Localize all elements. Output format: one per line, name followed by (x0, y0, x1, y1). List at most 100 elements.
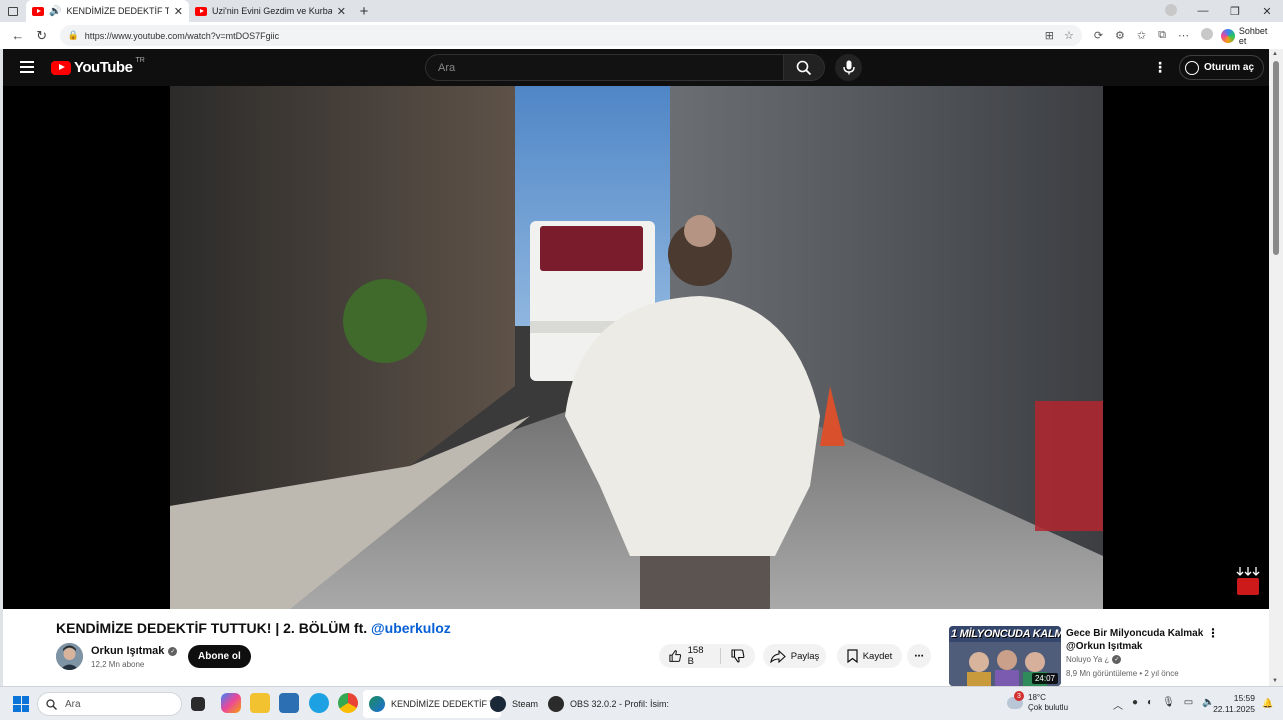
url-field[interactable]: 🔒 https://www.youtube.com/watch?v=mtDOS7… (59, 25, 1082, 46)
title-mention-link[interactable]: @uberkuloz (371, 620, 451, 636)
show-hidden-icons-chevron-icon[interactable]: ︿ (1113, 697, 1123, 712)
taskbar-obs-window[interactable]: OBS 32.0.2 - Profil: İsim: (542, 690, 675, 718)
skype-icon[interactable] (309, 693, 329, 713)
reload-button[interactable]: ↻ (30, 28, 54, 44)
taskbar-edge-window[interactable]: KENDİMİZE DEDEKTİF T (363, 690, 501, 718)
signin-button[interactable]: Oturum aç (1179, 55, 1265, 80)
recommended-title[interactable]: Gece Bir Milyoncuda Kalmak @Orkun Işıtma… (1066, 627, 1206, 653)
close-tab-icon[interactable]: ✕ (337, 5, 346, 18)
channel-avatar-image (56, 643, 83, 670)
logo-text: YouTube (74, 59, 133, 76)
search-bar (425, 54, 825, 81)
bookmark-icon (847, 649, 858, 663)
youtube-logo[interactable]: YouTube TR (51, 57, 145, 76)
youtube-header: YouTube TR ⋮ Oturum aç (3, 49, 1269, 86)
settings-more-icon[interactable]: ⋮ (1153, 59, 1167, 76)
channel-name[interactable]: Orkun Işıtmak ✓ (91, 645, 178, 657)
taskbar-search-placeholder: Ara (65, 698, 81, 710)
recommended-video[interactable]: 1 MİLYONCUDA KALMAK 24:07 Gece Bir Milyo… (949, 626, 1269, 686)
taskbar-search-box[interactable]: Ara (37, 692, 182, 716)
search-input[interactable] (425, 54, 783, 81)
youtube-favicon-icon (195, 6, 207, 16)
clock[interactable]: 15:59 22.11.2025 (1213, 693, 1255, 715)
search-icon (46, 698, 57, 710)
video-player[interactable] (3, 86, 1269, 609)
tab-youtube-active[interactable]: 🔊 KENDİMİZE DEDEKTİF TUTTUK! | 2. BÖLÜM … (26, 0, 189, 22)
share-button[interactable]: Paylaş (763, 644, 826, 668)
scroll-up-arrow-icon[interactable]: ▲ (1272, 51, 1278, 57)
subscribe-watermark-badge[interactable] (1235, 566, 1261, 596)
clock-time: 15:59 (1233, 693, 1255, 703)
channel-avatar[interactable] (56, 643, 83, 670)
favorite-star-icon[interactable]: ☆ (1064, 29, 1074, 42)
account-icon (1185, 60, 1199, 75)
tab-actions-menu-icon[interactable] (0, 0, 26, 22)
new-tab-button[interactable]: + (352, 0, 376, 22)
page-scrollbar[interactable]: ▲ ▼ (1269, 49, 1283, 686)
voice-search-button[interactable] (835, 54, 862, 81)
microsoft-store-icon[interactable] (279, 693, 299, 713)
tab-title: Uzi'nin Evini Gezdim ve Kurbağa Tuttuk (212, 6, 332, 16)
close-tab-icon[interactable]: ✕ (174, 5, 183, 18)
weather-widget[interactable]: 3 18°C Çok bulutlu (1007, 691, 1068, 713)
notification-bell-icon[interactable]: 🔔 (1262, 698, 1273, 709)
weather-temp: 18°C (1028, 693, 1046, 702)
like-dislike-group: 158 B (659, 644, 755, 668)
like-button[interactable]: 158 B (659, 645, 721, 667)
refresh-extension-icon[interactable]: ⟳ (1094, 29, 1103, 42)
recommended-channel[interactable]: Noluyo Ya ¿ ✓ (1066, 655, 1122, 664)
obs-icon (548, 696, 564, 712)
close-window-button[interactable]: ✕ (1251, 5, 1283, 18)
network-icon[interactable]: ▭ (1184, 697, 1193, 712)
duration-badge: 24:07 (1031, 673, 1058, 684)
youtube-favicon-icon (32, 6, 44, 16)
video-frame[interactable] (170, 86, 1103, 609)
menu-hamburger-icon[interactable] (20, 61, 34, 73)
copilot-button[interactable]: Sohbet et (1221, 26, 1277, 46)
system-tray: ︿ ● ◐ 🎙 ▭ 🔈 (1113, 697, 1215, 712)
more-menu-icon[interactable]: ⋯ (1178, 29, 1189, 42)
save-button[interactable]: Kaydet (837, 644, 902, 668)
recommended-thumbnail[interactable]: 1 MİLYONCUDA KALMAK 24:07 (949, 626, 1061, 686)
minimize-button[interactable]: — (1187, 5, 1219, 17)
lock-icon[interactable]: 🔒 (68, 30, 79, 41)
extensions-icon[interactable]: ⚙ (1115, 29, 1125, 42)
taskbar-window-label: Steam (512, 699, 539, 709)
audio-playing-icon[interactable]: 🔊 (49, 6, 61, 17)
tab-youtube-2[interactable]: Uzi'nin Evini Gezdim ve Kurbağa Tuttuk ✕ (189, 0, 352, 22)
recommended-views: 8,9 Mn görüntüleme (1066, 669, 1138, 678)
save-label: Kaydet (862, 650, 893, 662)
favorites-icon[interactable]: ✩ (1137, 29, 1146, 42)
video-title: KENDİMİZE DEDEKTİF TUTTUK! | 2. BÖLÜM ft… (56, 620, 451, 636)
recommended-more-icon[interactable]: ⋮ (1207, 626, 1219, 640)
video-still-image (170, 86, 1103, 609)
restore-button[interactable]: ❐ (1219, 5, 1251, 18)
back-button[interactable]: ← (6, 28, 30, 43)
file-explorer-icon[interactable] (250, 693, 270, 713)
microphone-tray-icon[interactable]: 🎙 (1162, 697, 1175, 712)
search-button[interactable] (783, 54, 825, 81)
subscriber-count: 12,2 Mn abone (91, 660, 145, 669)
taskbar-steam-window[interactable]: Steam (484, 690, 544, 718)
collections-icon[interactable]: ⧉ (1158, 29, 1166, 42)
share-label: Paylaş (790, 650, 820, 662)
windows-start-icon[interactable] (13, 696, 29, 712)
youtube-play-logo-icon (51, 60, 71, 75)
app-available-icon[interactable]: ⊞ (1045, 29, 1054, 42)
more-actions-button[interactable]: ⋯ (907, 644, 931, 668)
profile-icon[interactable] (1155, 3, 1187, 19)
edge-tray-icon[interactable]: ◐ (1147, 697, 1153, 712)
profile-avatar-icon[interactable] (1201, 28, 1213, 43)
scroll-thumb[interactable] (1273, 61, 1279, 255)
share-arrow-icon (770, 649, 786, 663)
chrome-icon[interactable] (338, 693, 358, 713)
dislike-button[interactable] (721, 649, 755, 663)
subscribe-button[interactable]: Abone ol (188, 645, 251, 668)
copilot-app-icon[interactable] (221, 693, 241, 713)
tab-title: KENDİMİZE DEDEKTİF TUTTUK! | 2. BÖLÜM ft… (66, 6, 169, 16)
task-view-icon[interactable] (191, 697, 205, 711)
defender-shield-icon[interactable]: ● (1132, 697, 1138, 712)
scroll-down-arrow-icon[interactable]: ▼ (1272, 678, 1278, 684)
verified-check-icon: ✓ (1112, 655, 1122, 664)
url-text: https://www.youtube.com/watch?v=mtDOS7Fg… (84, 30, 280, 41)
